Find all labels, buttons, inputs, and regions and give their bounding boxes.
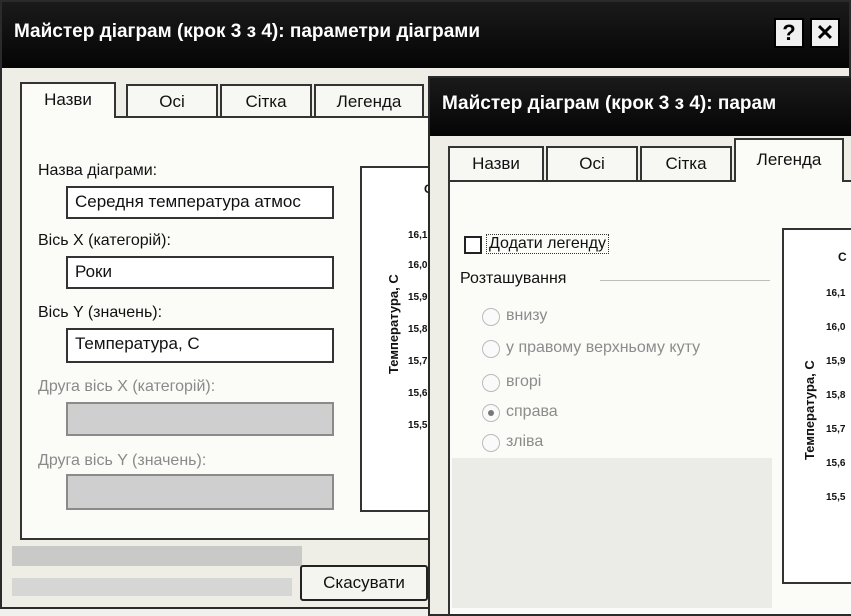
cancel-button[interactable]: Скасувати [300,565,428,601]
title-bar: Майстер діаграм (крок 3 з 4): параметри … [2,2,849,68]
preview-tick: 15,6 [826,458,846,469]
preview-tick: 15,9 [826,356,846,367]
x-axis-input[interactable]: Роки [66,256,334,289]
preview-y-axis-title: Температура, С [386,274,401,374]
tab-label: Легенда [756,150,822,169]
dialog-title: Майстер діаграм (крок 3 з 4): параметри … [14,21,481,42]
second-x-axis-input [66,402,334,436]
tab-legend[interactable]: Легенда [314,84,424,116]
placement-right-radio[interactable] [482,404,500,422]
second-x-axis-label: Друга вісь X (категорій): [38,378,216,395]
group-separator [600,280,770,281]
preview-tick: 15,5 [408,420,428,431]
tab-label: Осі [579,154,605,173]
x-axis-label: Вісь X (категорій): [38,232,171,249]
tab-axes[interactable]: Осі [546,146,638,180]
add-legend-checkbox[interactable] [464,236,482,254]
preview-title-fragment: С [838,250,847,264]
second-y-axis-input [66,474,334,510]
preview-tick: 16,0 [408,260,428,271]
title-bar: Майстер діаграм (крок 3 з 4): парам [430,78,851,136]
tab-legend[interactable]: Легенда [734,138,844,182]
y-axis-label: Вісь Y (значень): [38,304,163,321]
placement-corner-label: у правому верхньому куту [506,339,701,356]
second-y-axis-label: Друга вісь Y (значень): [38,452,207,469]
placement-right-label: справа [506,403,558,420]
add-legend-label[interactable]: Додати легенду [486,234,609,254]
placement-left-label: зліва [506,433,544,450]
y-axis-input[interactable]: Температура, С [66,328,334,363]
help-button[interactable]: ? [774,18,804,48]
dialog-title: Майстер діаграм (крок 3 з 4): парам [442,93,777,114]
placement-top-label: вгорі [506,373,542,390]
cancel-button-label: Скасувати [323,573,405,592]
tab-gridlines[interactable]: Сітка [640,146,732,180]
blurred-region [12,546,302,566]
tab-axes[interactable]: Осі [126,84,218,116]
preview-tick: 15,8 [826,390,846,401]
tab-label: Назви [44,90,92,109]
chart-wizard-dialog-front: Майстер діаграм (крок 3 з 4): парам Назв… [428,76,851,616]
preview-tick: 15,5 [826,492,846,503]
preview-y-axis-title: Температура, С [802,360,817,460]
help-icon: ? [782,20,796,45]
preview-tick: 16,0 [826,322,846,333]
tab-titles[interactable]: Назви [448,146,544,180]
tab-label: Сітка [245,92,287,111]
tab-titles[interactable]: Назви [20,82,116,118]
preview-tick: 15,7 [408,356,428,367]
preview-tick: 15,8 [408,324,428,335]
tab-gridlines[interactable]: Сітка [220,84,312,116]
chart-title-label: Назва діаграми: [38,162,158,179]
tab-label: Легенда [336,92,402,111]
chart-title-input[interactable]: Середня температура атмос [66,186,334,219]
placement-bottom-label: внизу [506,307,548,324]
placement-group-label: Розташування [460,270,567,287]
tab-label: Сітка [665,154,707,173]
preview-tick: 15,7 [826,424,846,435]
preview-tick: 16,1 [826,288,846,299]
placement-top-radio[interactable] [482,374,500,392]
close-button[interactable]: ✕ [810,18,840,48]
tab-label: Назви [472,154,520,173]
blurred-region [452,458,772,608]
placement-left-radio[interactable] [482,434,500,452]
preview-tick: 15,6 [408,388,428,399]
tab-label: Осі [159,92,185,111]
preview-tick: 15,9 [408,292,428,303]
preview-tick: 16,1 [408,230,428,241]
close-icon: ✕ [815,20,835,45]
placement-bottom-radio[interactable] [482,308,500,326]
placement-corner-radio[interactable] [482,340,500,358]
chart-preview: С Температура, С 16,1 16,0 15,9 15,8 15,… [782,228,851,584]
blurred-region [12,578,292,596]
